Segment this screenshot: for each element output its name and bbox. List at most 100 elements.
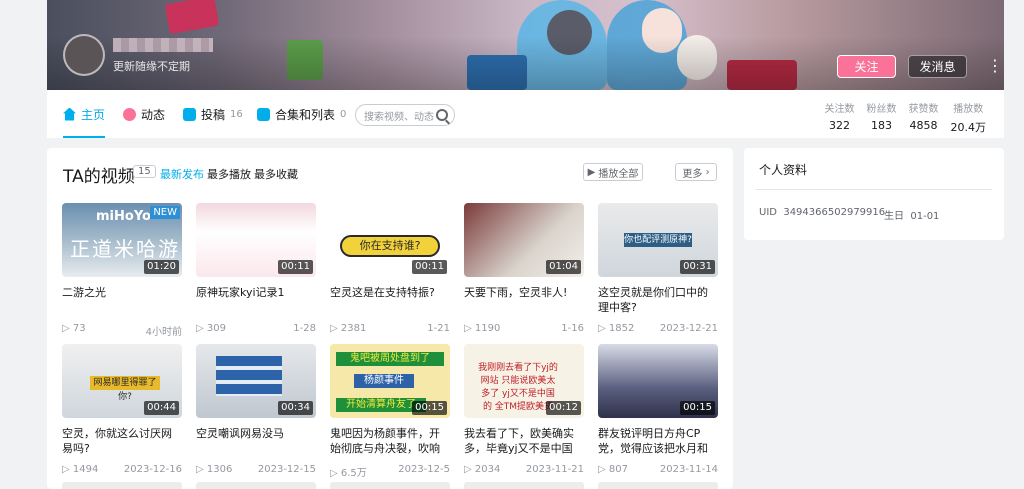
home-icon [63, 107, 76, 121]
tab-uploads[interactable]: 投稿 16 [183, 90, 243, 138]
video-duration: 00:15 [680, 401, 715, 415]
stat-plays: 播放数 20.4万 [951, 100, 987, 135]
video-duration: 01:04 [546, 260, 581, 274]
video-card[interactable]: 我刚刚去看了下yj的网站 只能说欧美太多了 yj又不是中国的 全TM提欧美货 0… [464, 344, 584, 475]
video-title[interactable]: 我去看了下，欧美确实多，毕竟yj又不是中国的! [464, 426, 584, 456]
search-icon[interactable] [436, 109, 448, 121]
video-thumbnail[interactable]: 00:34 [196, 344, 316, 418]
stat-label: 粉丝数 [866, 104, 897, 115]
upload-icon [183, 107, 196, 121]
video-duration: 00:44 [144, 401, 179, 415]
search-placeholder: 搜索视频、动态 [364, 111, 434, 123]
more-button[interactable]: 更多 › [675, 163, 717, 181]
video-card[interactable]: 网易哪里得罪了你? 00:44 空灵，你就这么讨厌网易吗? 1494 2023-1… [62, 344, 182, 475]
next-row-thumbnail [196, 482, 316, 489]
publish-date: 1-21 [427, 323, 450, 334]
play-count: 6.5万 [330, 464, 367, 479]
more-vertical-icon[interactable]: ⋮ [987, 56, 1003, 76]
play-count: 73 [62, 323, 86, 338]
video-duration: 00:11 [278, 260, 313, 274]
video-thumbnail[interactable]: 我刚刚去看了下yj的网站 只能说欧美太多了 yj又不是中国的 全TM提欧美货 0… [464, 344, 584, 418]
video-duration: 00:15 [412, 401, 447, 415]
video-card[interactable]: 你在支持谁? 00:11 空灵这是在支持特振? 2381 1-21 [330, 203, 450, 334]
play-icon: ▶ [587, 166, 596, 178]
video-card[interactable]: 00:11 原神玩家kyi记录1 309 1-28 [196, 203, 316, 334]
video-thumbnail[interactable]: 00:11 [196, 203, 316, 277]
tab-dynamic[interactable]: 动态 [123, 90, 165, 138]
video-title[interactable]: 天要下雨，空灵非人! [464, 285, 584, 315]
birthday-field: 生日 01-01 [884, 207, 939, 222]
publish-date: 2023-12-15 [257, 464, 316, 475]
thumbnail-text: 杨颜事件 [354, 374, 414, 388]
stat-followers[interactable]: 粉丝数 183 [867, 100, 897, 135]
video-duration: 00:12 [546, 401, 581, 415]
follow-button[interactable]: 关注 [837, 55, 896, 78]
videos-header: TA的视频 15 最新发布 最多播放 最多收藏 ▶ 播放全部 更多 › [63, 162, 717, 187]
birthday-value: 01-01 [910, 211, 940, 222]
next-row-thumbnail [464, 482, 584, 489]
filter-most-played[interactable]: 最多播放 [207, 166, 251, 182]
video-duration: 00:31 [680, 260, 715, 274]
video-title[interactable]: 这空灵就是你们口中的理中客? [598, 285, 718, 315]
stat-label: 获赞数 [908, 104, 939, 115]
uid-value: 3494366502979916 [783, 207, 886, 218]
stat-following[interactable]: 关注数 322 [825, 100, 855, 135]
video-thumbnail[interactable]: 01:04 [464, 203, 584, 277]
thumbnail-graphic [216, 356, 282, 396]
video-title[interactable]: 空灵这是在支持特振? [330, 285, 450, 315]
filter-most-favorited[interactable]: 最多收藏 [254, 166, 298, 182]
publish-date: 1-28 [293, 323, 316, 334]
video-card[interactable]: 00:15 群友锐评明日方舟CP党，觉得应该把水月和瓶子凑CP! 807 2023… [598, 344, 718, 475]
video-title[interactable]: 原神玩家kyi记录1 [196, 285, 316, 315]
thumbnail-logo: miHoYo [96, 209, 151, 224]
play-count: 1494 [62, 464, 98, 475]
tab-home[interactable]: 主页 [63, 90, 106, 138]
play-count: 1306 [196, 464, 232, 475]
thumbnail-text: 你在支持谁? [340, 235, 440, 257]
video-card[interactable]: 00:34 空灵嘲讽网易没马 1306 2023-12-15 [196, 344, 316, 475]
tab-label: 主页 [81, 107, 106, 122]
tab-count: 0 [340, 108, 347, 120]
video-thumbnail[interactable]: 鬼吧被周处盘到了 杨颜事件 开始清算舟友了 00:15 [330, 344, 450, 418]
message-button[interactable]: 发消息 [908, 55, 967, 78]
publish-date: 4小时前 [145, 327, 182, 338]
video-thumbnail[interactable]: 你在支持谁? 00:11 [330, 203, 450, 277]
video-card[interactable]: 01:04 天要下雨，空灵非人! 1190 1-16 [464, 203, 584, 334]
thumbnail-text: 我刚刚去看了下yj的网站 只能说欧美太多了 yj又不是中国的 全TM提欧美货 [478, 363, 558, 412]
next-row-thumbnail [598, 482, 718, 489]
video-title[interactable]: 二游之光 [62, 285, 182, 315]
filter-latest[interactable]: 最新发布 [160, 166, 204, 182]
video-title[interactable]: 鬼吧因为杨颜事件，开始彻底与舟决裂，吹响反黑的号角! [330, 426, 450, 456]
next-row-thumbnail [62, 482, 182, 489]
dynamic-icon [123, 107, 136, 121]
tab-collections[interactable]: 合集和列表 0 [257, 90, 346, 138]
play-count: 2034 [464, 464, 500, 475]
video-thumbnail[interactable]: miHoYo 正道米哈游 NEW 01:20 [62, 203, 182, 277]
video-thumbnail[interactable]: 00:15 [598, 344, 718, 418]
video-card[interactable]: 你也配评测原神? 00:31 这空灵就是你们口中的理中客? 1852 2023-1… [598, 203, 718, 334]
thumbnail-text: 正道米哈游 [70, 237, 180, 261]
avatar[interactable] [63, 34, 105, 76]
user-stats: 关注数 322 粉丝数 183 获赞数 4858 播放数 20.4万 [825, 100, 987, 135]
play-count: 2381 [330, 323, 366, 334]
video-thumbnail[interactable]: 你也配评测原神? 00:31 [598, 203, 718, 277]
stat-value: 4858 [909, 119, 938, 132]
play-all-label: 播放全部 [598, 168, 639, 180]
video-title[interactable]: 空灵嘲讽网易没马 [196, 426, 316, 456]
search-input[interactable]: 搜索视频、动态 [355, 104, 455, 126]
video-card[interactable]: miHoYo 正道米哈游 NEW 01:20 二游之光 73 4小时前 [62, 203, 182, 338]
thumbnail-text: 网易哪里得罪了你? [90, 376, 160, 402]
video-title[interactable]: 空灵，你就这么讨厌网易吗? [62, 426, 182, 456]
video-duration: 00:11 [412, 260, 447, 274]
videos-panel: TA的视频 15 最新发布 最多播放 最多收藏 ▶ 播放全部 更多 › miHo… [47, 148, 733, 489]
video-thumbnail[interactable]: 网易哪里得罪了你? 00:44 [62, 344, 182, 418]
publish-date: 2023-12-5 [398, 464, 450, 475]
uid-label: UID [759, 207, 777, 218]
play-all-button[interactable]: ▶ 播放全部 [583, 163, 643, 181]
more-label: 更多 [682, 168, 703, 180]
profile-info-title: 个人资料 [759, 163, 808, 177]
chevron-right-icon: › [702, 166, 710, 178]
video-card[interactable]: 鬼吧被周处盘到了 杨颜事件 开始清算舟友了 00:15 鬼吧因为杨颜事件，开始彻… [330, 344, 450, 479]
new-badge: NEW [150, 206, 180, 219]
video-title[interactable]: 群友锐评明日方舟CP党，觉得应该把水月和瓶子凑CP! [598, 426, 718, 456]
